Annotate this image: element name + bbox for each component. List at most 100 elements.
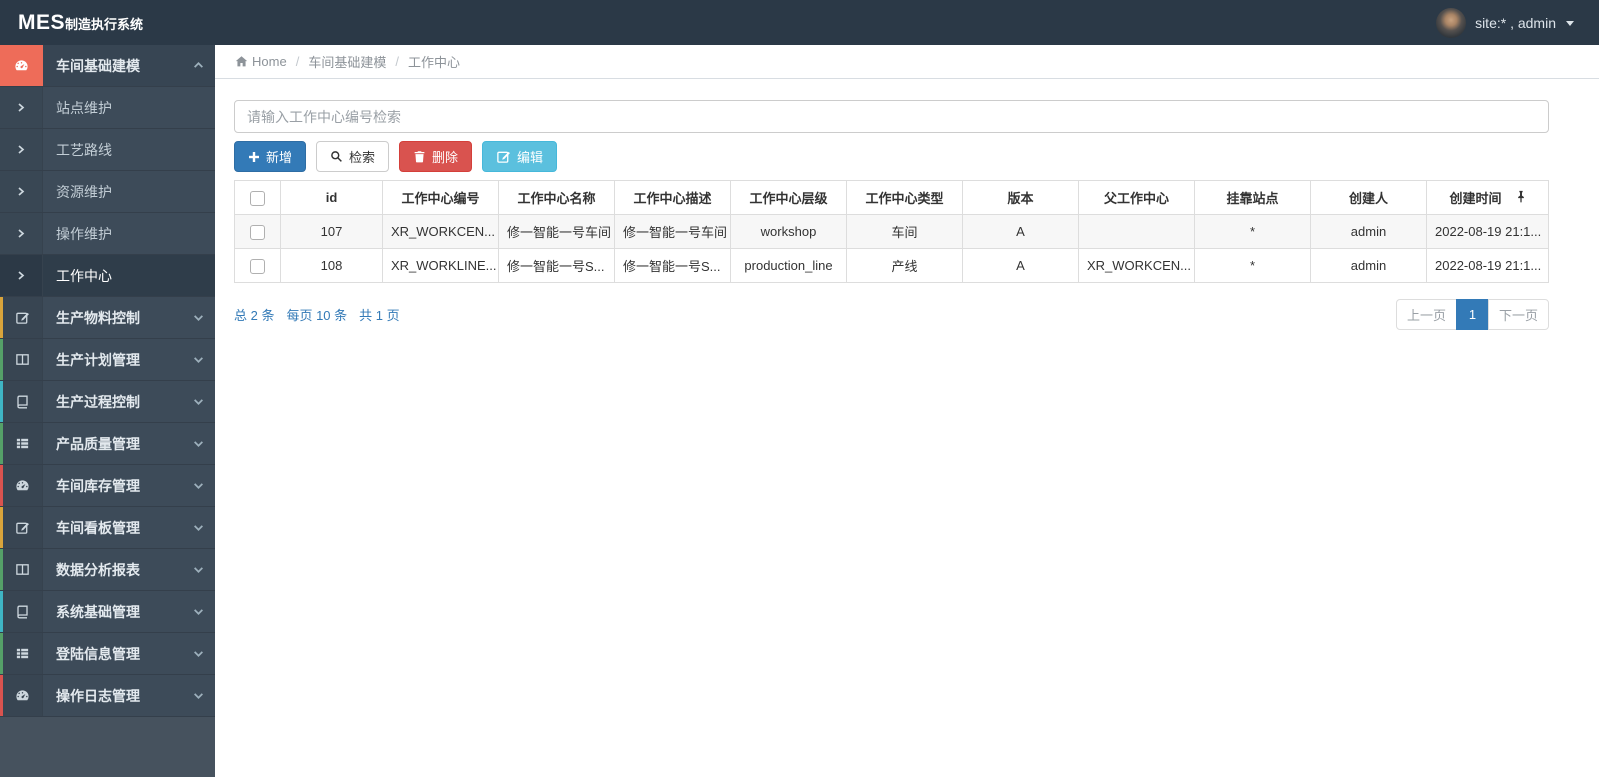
home-icon bbox=[235, 55, 248, 68]
sidebar-item-icon-cell bbox=[0, 507, 43, 548]
table-cell: 2022-08-19 21:1... bbox=[1426, 248, 1549, 283]
add-button[interactable]: 新增 bbox=[234, 141, 307, 172]
prev-page-button[interactable]: 上一页 bbox=[1395, 299, 1457, 330]
chevron-cell bbox=[181, 465, 215, 506]
sidebar-item[interactable]: 登陆信息管理 bbox=[0, 633, 215, 675]
current-page-button[interactable]: 1 bbox=[1455, 299, 1489, 330]
app-logo-bold: MES bbox=[18, 10, 66, 34]
delete-button[interactable]: 删除 bbox=[399, 141, 473, 172]
pin-icon[interactable] bbox=[1516, 190, 1526, 203]
sidebar-item-icon-cell bbox=[0, 633, 43, 674]
dashboard-icon bbox=[14, 58, 29, 73]
chevron-cell bbox=[181, 297, 215, 338]
table-cell: * bbox=[1194, 248, 1311, 283]
sidebar-item[interactable]: 系统基础管理 bbox=[0, 591, 215, 633]
sidebar-subitem[interactable]: 操作维护 bbox=[0, 213, 215, 255]
row-checkbox[interactable] bbox=[250, 224, 265, 240]
search-icon bbox=[330, 150, 343, 163]
sidebar-subitem[interactable]: 资源维护 bbox=[0, 171, 215, 213]
sidebar-subitem[interactable]: 工艺路线 bbox=[0, 129, 215, 171]
sidebar-item-label: 生产物料控制 bbox=[56, 309, 140, 326]
sidebar-subitem-icon-cell bbox=[0, 213, 43, 254]
edit-button[interactable]: 编辑 bbox=[482, 141, 558, 172]
topbar: MES制造执行系统 site:* , admin bbox=[0, 0, 1599, 45]
search-input[interactable] bbox=[234, 100, 1549, 133]
table-cell: admin bbox=[1310, 248, 1427, 283]
row-checkbox-cell bbox=[234, 214, 281, 249]
sidebar-item[interactable]: 生产过程控制 bbox=[0, 381, 215, 423]
chevron-down-icon bbox=[193, 438, 204, 449]
chevron-cell bbox=[181, 45, 215, 86]
table-cell: 修一智能一号S... bbox=[498, 248, 615, 283]
table-row[interactable]: 108 XR_WORKLINE... 修一智能一号S... 修一智能一号S... pro… bbox=[234, 248, 1549, 283]
sidebar-item-icon-cell bbox=[0, 591, 43, 632]
book-icon bbox=[15, 604, 30, 619]
sidebar-item[interactable]: 生产计划管理 bbox=[0, 339, 215, 381]
sidebar-subitem-label: 工艺路线 bbox=[56, 141, 112, 158]
table-cell: 修一智能一号车间 bbox=[614, 214, 731, 249]
edit-icon bbox=[15, 310, 30, 325]
table-cell: 车间 bbox=[846, 214, 963, 249]
sidebar-item-label: 生产计划管理 bbox=[56, 351, 140, 368]
sidebar-item-label: 数据分析报表 bbox=[56, 561, 140, 578]
sidebar-subitem[interactable]: 站点维护 bbox=[0, 87, 215, 129]
sidebar-item[interactable]: 车间库存管理 bbox=[0, 465, 215, 507]
sidebar-item[interactable]: 操作日志管理 bbox=[0, 675, 215, 717]
table-header-cell: 创建人 bbox=[1310, 180, 1427, 215]
search-button[interactable]: 检索 bbox=[316, 141, 390, 172]
chevron-cell bbox=[181, 423, 215, 464]
table-header-cell: 工作中心描述 bbox=[614, 180, 731, 215]
table-row[interactable]: 107 XR_WORKCEN... 修一智能一号车间 修一智能一号车间 workshop… bbox=[234, 214, 1549, 249]
table-header-checkbox-cell bbox=[234, 180, 281, 215]
sidebar-item-icon-cell bbox=[0, 423, 43, 464]
user-menu[interactable]: site:* , admin bbox=[1436, 7, 1599, 38]
breadcrumb-item[interactable]: Home bbox=[235, 54, 287, 69]
chevron-down-icon bbox=[193, 564, 204, 575]
table-cell: workshop bbox=[730, 214, 847, 249]
breadcrumb-separator: / bbox=[295, 54, 300, 69]
chevron-right-icon bbox=[16, 144, 26, 155]
chevron-down-icon bbox=[193, 312, 204, 323]
toolbar: 新增 检索 删除 编辑 bbox=[234, 141, 1549, 172]
sidebar-item-label: 产品质量管理 bbox=[56, 435, 140, 452]
table-cell: XR_WORKLINE... bbox=[382, 248, 499, 283]
add-button-label: 新增 bbox=[266, 150, 293, 165]
dashboard-icon bbox=[15, 688, 30, 703]
sidebar-item[interactable]: 车间基础建模 bbox=[0, 45, 215, 87]
search-button-label: 检索 bbox=[349, 150, 376, 165]
sidebar-item-label: 车间库存管理 bbox=[56, 477, 140, 494]
sidebar-item[interactable]: 数据分析报表 bbox=[0, 549, 215, 591]
sidebar-item-icon-cell bbox=[0, 549, 43, 590]
chevron-cell bbox=[181, 381, 215, 422]
table-cell: XR_WORKCEN... bbox=[382, 214, 499, 249]
table-cell: 产线 bbox=[846, 248, 963, 283]
summary-per-page: 每页 10 条 bbox=[286, 308, 348, 323]
sidebar-item[interactable]: 车间看板管理 bbox=[0, 507, 215, 549]
row-checkbox[interactable] bbox=[250, 258, 265, 274]
sidebar: 车间基础建模站点维护工艺路线资源维护 操作维护 工作中心生产物料控制 生产计划管理生产… bbox=[0, 45, 215, 777]
table-header-row: id 工作中心编号 工作中心名称 工作中心描述 工作中心层级 工作中心类型 版本 父工作中心挂… bbox=[234, 180, 1549, 215]
chevron-down-icon bbox=[193, 690, 204, 701]
table-cell: production_line bbox=[730, 248, 847, 283]
select-all-checkbox[interactable] bbox=[250, 190, 265, 206]
sidebar-item[interactable]: 生产物料控制 bbox=[0, 297, 215, 339]
table-cell bbox=[1078, 214, 1195, 249]
sidebar-item-icon-cell bbox=[0, 45, 43, 86]
chevron-down-icon bbox=[193, 606, 204, 617]
table-header-cell: id bbox=[280, 180, 383, 215]
book-icon bbox=[15, 394, 30, 409]
table-header-cell: 工作中心名称 bbox=[498, 180, 615, 215]
breadcrumb-item[interactable]: 车间基础建模 bbox=[308, 52, 386, 71]
workcenter-table: id 工作中心编号 工作中心名称 工作中心描述 工作中心层级 工作中心类型 版本 父工作中心挂… bbox=[234, 180, 1549, 283]
sidebar-subitem-icon-cell bbox=[0, 129, 43, 170]
sidebar-item[interactable]: 产品质量管理 bbox=[0, 423, 215, 465]
pagination-summary: 总 2 条 每页 10 条 共 1 页 bbox=[234, 305, 400, 324]
app-logo[interactable]: MES制造执行系统 bbox=[0, 11, 215, 35]
sidebar-subitem-label: 站点维护 bbox=[56, 99, 112, 116]
columns-icon bbox=[15, 352, 30, 367]
user-label: site:* , admin bbox=[1475, 14, 1556, 31]
next-page-button[interactable]: 下一页 bbox=[1487, 299, 1549, 330]
sidebar-item-label: 系统基础管理 bbox=[56, 603, 140, 620]
sidebar-item-icon-cell bbox=[0, 675, 43, 716]
sidebar-subitem[interactable]: 工作中心 bbox=[0, 255, 215, 297]
